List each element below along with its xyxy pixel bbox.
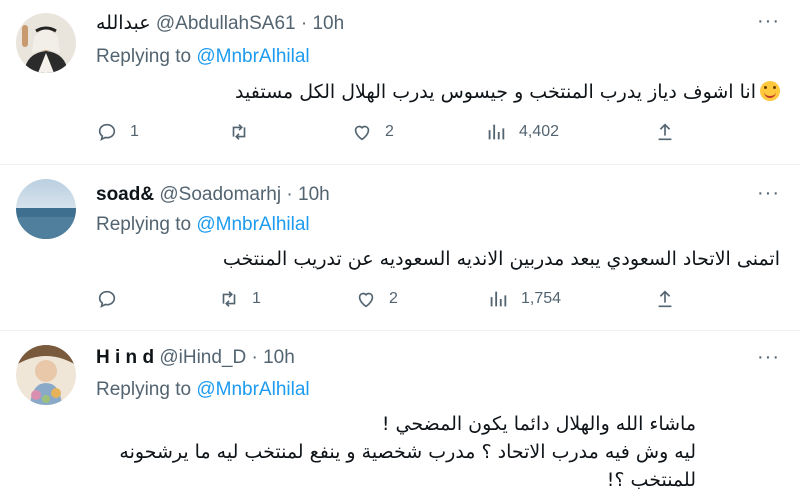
replying-label: Replying to bbox=[96, 214, 192, 235]
replying-to: Replying to @MnbrAlhilal bbox=[96, 214, 310, 236]
display-name[interactable]: soad& bbox=[96, 184, 154, 205]
display-name[interactable]: H i n d bbox=[96, 347, 154, 368]
tweet-line: انا اشوف دياز يدرب المنتخب و جيسوس يدرب … bbox=[235, 81, 756, 103]
reply-count: 1 bbox=[130, 123, 139, 140]
handle[interactable]: @iHind_D bbox=[159, 347, 246, 368]
tweet-text: ماشاء الله والهلال دائما يكون المضحي ! ل… bbox=[96, 410, 696, 494]
tweet-1[interactable]: عبدالله @AbdullahSA61 · 10h ··· Replying… bbox=[0, 0, 800, 160]
reply-button[interactable] bbox=[96, 288, 130, 310]
more-options-icon[interactable]: ··· bbox=[757, 346, 780, 369]
more-options-icon[interactable]: ··· bbox=[757, 182, 780, 205]
more-options-icon[interactable]: ··· bbox=[757, 10, 780, 33]
avatar[interactable] bbox=[16, 345, 76, 405]
tweet-2[interactable]: soad& @Soadomarhj · 10h ··· Replying to … bbox=[0, 165, 800, 330]
tweet-text: انا اشوف دياز يدرب المنتخب و جيسوس يدرب … bbox=[100, 78, 780, 106]
share-icon bbox=[658, 290, 672, 308]
avatar[interactable] bbox=[16, 13, 76, 73]
tweet-header: H i n d @iHind_D · 10h bbox=[96, 347, 295, 369]
like-button[interactable]: 2 bbox=[355, 288, 398, 310]
replying-label: Replying to bbox=[96, 379, 192, 400]
share-button[interactable] bbox=[654, 121, 676, 143]
reply-button[interactable]: 1 bbox=[96, 121, 139, 143]
like-count: 2 bbox=[389, 290, 398, 307]
analytics-icon bbox=[490, 291, 507, 307]
separator-dot: · bbox=[251, 347, 258, 368]
mention-link[interactable]: @MnbrAlhilal bbox=[196, 46, 309, 67]
handle[interactable]: @Soadomarhj bbox=[159, 184, 281, 205]
action-bar: 1 2 4,402 bbox=[96, 121, 696, 145]
retweet-count: 1 bbox=[252, 290, 261, 307]
heart-icon bbox=[358, 292, 374, 308]
view-count: 4,402 bbox=[519, 123, 560, 140]
heart-icon bbox=[354, 125, 370, 141]
replying-label: Replying to bbox=[96, 46, 192, 67]
timestamp[interactable]: 10h bbox=[312, 13, 344, 34]
share-icon bbox=[658, 123, 672, 141]
timestamp[interactable]: 10h bbox=[263, 347, 295, 368]
like-button[interactable]: 2 bbox=[351, 121, 394, 143]
like-count: 2 bbox=[385, 123, 394, 140]
replying-to: Replying to @MnbrAlhilal bbox=[96, 46, 310, 68]
tweet-text: اتمنى الاتحاد السعودي يبعد مدربين الاندي… bbox=[100, 245, 780, 273]
reply-icon bbox=[98, 123, 116, 141]
retweet-button[interactable]: 1 bbox=[218, 288, 261, 310]
avatar[interactable] bbox=[16, 179, 76, 239]
tweet-3[interactable]: H i n d @iHind_D · 10h ··· Replying to @… bbox=[0, 331, 800, 491]
display-name[interactable]: عبدالله bbox=[96, 12, 151, 34]
separator-dot: · bbox=[300, 13, 308, 34]
retweet-button[interactable] bbox=[228, 121, 262, 143]
retweet-icon bbox=[222, 291, 236, 307]
mention-link[interactable]: @MnbrAlhilal bbox=[196, 379, 309, 400]
analytics-icon bbox=[488, 124, 505, 140]
replying-to: Replying to @MnbrAlhilal bbox=[96, 379, 310, 401]
handle[interactable]: @AbdullahSA61 bbox=[156, 13, 296, 34]
views-button[interactable]: 1,754 bbox=[487, 288, 561, 310]
tweet-line: ماشاء الله والهلال دائما يكون المضحي ! bbox=[381, 413, 696, 435]
action-bar: 1 2 1,754 bbox=[96, 288, 696, 312]
smiling-face-emoji bbox=[760, 81, 780, 101]
tweet-line: ليه وش فيه مدرب الاتحاد ؟ مدرب شخصية و ي… bbox=[119, 441, 696, 491]
reply-icon bbox=[98, 290, 116, 308]
tweet-header: soad& @Soadomarhj · 10h bbox=[96, 184, 330, 206]
timestamp[interactable]: 10h bbox=[298, 184, 330, 205]
mention-link[interactable]: @MnbrAlhilal bbox=[196, 214, 309, 235]
tweet-line: اتمنى الاتحاد السعودي يبعد مدربين الاندي… bbox=[222, 248, 780, 270]
tweet-header: عبدالله @AbdullahSA61 · 10h bbox=[96, 12, 344, 35]
separator-dot: · bbox=[286, 184, 293, 205]
views-button[interactable]: 4,402 bbox=[485, 121, 559, 143]
retweet-icon bbox=[232, 124, 246, 140]
view-count: 1,754 bbox=[521, 290, 562, 307]
share-button[interactable] bbox=[654, 288, 676, 310]
